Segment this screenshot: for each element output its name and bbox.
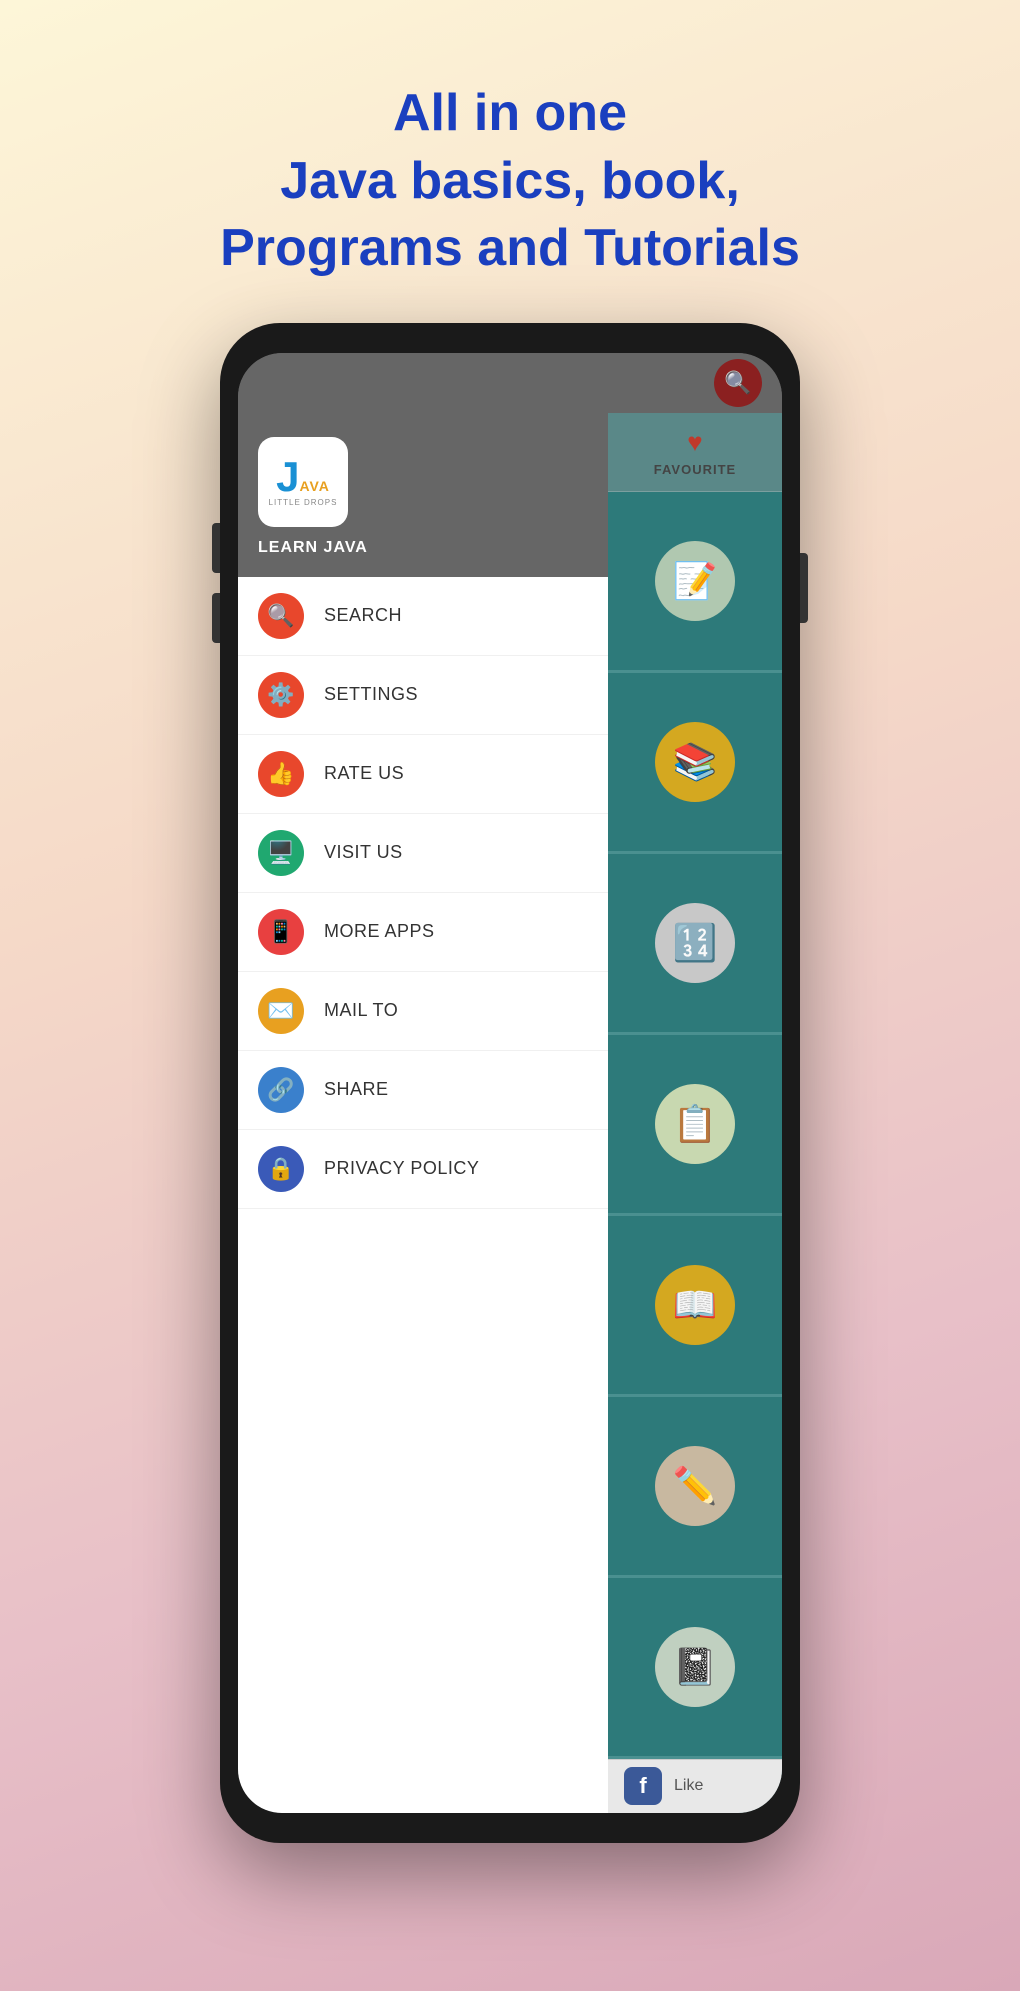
content-tile-1[interactable]: 📝 bbox=[608, 492, 782, 673]
logo-sub: LITTLE DROPS bbox=[269, 498, 338, 507]
page-header: All in one Java basics, book, Programs a… bbox=[160, 0, 860, 323]
facebook-icon[interactable]: f bbox=[624, 1767, 662, 1805]
settings-menu-icon: ⚙️ bbox=[258, 672, 304, 718]
top-bar: 🔍 bbox=[238, 353, 782, 413]
menu-item-share[interactable]: 🔗 SHARE bbox=[238, 1051, 608, 1130]
rate-menu-icon: 👍 bbox=[258, 751, 304, 797]
tile-icon-7: 📓 bbox=[655, 1627, 735, 1707]
share-menu-icon: 🔗 bbox=[258, 1067, 304, 1113]
favourite-bar[interactable]: ♥ FAVOURITE bbox=[608, 413, 782, 492]
mail-menu-icon: ✉️ bbox=[258, 988, 304, 1034]
search-icon[interactable]: 🔍 bbox=[714, 359, 762, 407]
mail-label: MAIL TO bbox=[324, 1000, 398, 1021]
tile-icon-1: 📝 bbox=[655, 541, 735, 621]
app-logo: J AVA LITTLE DROPS bbox=[258, 437, 348, 527]
nav-drawer: J AVA LITTLE DROPS LEARN JAVA 🔍 SEARCH ⚙… bbox=[238, 413, 608, 1813]
phone-screen: 🔍 J AVA LITTLE DROPS LEARN JAVA bbox=[238, 353, 782, 1813]
volume-up-button bbox=[212, 523, 220, 573]
visit-label: VISIT US bbox=[324, 842, 403, 863]
menu-item-visit[interactable]: 🖥️ VISIT US bbox=[238, 814, 608, 893]
privacy-label: PRIVACY POLICY bbox=[324, 1158, 479, 1179]
tile-icon-4: 📋 bbox=[655, 1084, 735, 1164]
menu-item-rate[interactable]: 👍 RATE US bbox=[238, 735, 608, 814]
more-label: MORE APPS bbox=[324, 921, 435, 942]
like-text[interactable]: Like bbox=[674, 1777, 703, 1795]
search-label: SEARCH bbox=[324, 605, 402, 626]
content-tile-2[interactable]: 📚 bbox=[608, 673, 782, 854]
tiles-container: 📝 📚 🔢 📋 📖 ✏️ bbox=[608, 492, 782, 1759]
drawer-header: J AVA LITTLE DROPS LEARN JAVA bbox=[238, 413, 608, 577]
menu-item-search[interactable]: 🔍 SEARCH bbox=[238, 577, 608, 656]
logo-ava: AVA bbox=[299, 478, 329, 494]
app-name: LEARN JAVA bbox=[258, 539, 368, 557]
content-tile-6[interactable]: ✏️ bbox=[608, 1397, 782, 1578]
tile-icon-6: ✏️ bbox=[655, 1446, 735, 1526]
menu-item-settings[interactable]: ⚙️ SETTINGS bbox=[238, 656, 608, 735]
phone-frame: 🔍 J AVA LITTLE DROPS LEARN JAVA bbox=[220, 323, 800, 1843]
privacy-menu-icon: 🔒 bbox=[258, 1146, 304, 1192]
search-menu-icon: 🔍 bbox=[258, 593, 304, 639]
screen-content: J AVA LITTLE DROPS LEARN JAVA 🔍 SEARCH ⚙… bbox=[238, 413, 782, 1813]
power-button bbox=[800, 553, 808, 623]
visit-menu-icon: 🖥️ bbox=[258, 830, 304, 876]
content-tile-5[interactable]: 📖 bbox=[608, 1216, 782, 1397]
content-tile-3[interactable]: 🔢 bbox=[608, 854, 782, 1035]
volume-down-button bbox=[212, 593, 220, 643]
content-panel: ♥ FAVOURITE 📝 📚 🔢 📋 bbox=[608, 413, 782, 1813]
page-title: All in one Java basics, book, Programs a… bbox=[220, 80, 800, 283]
settings-label: SETTINGS bbox=[324, 684, 418, 705]
tile-icon-3: 🔢 bbox=[655, 903, 735, 983]
tile-icon-2: 📚 bbox=[655, 722, 735, 802]
share-label: SHARE bbox=[324, 1079, 389, 1100]
heart-icon: ♥ bbox=[687, 427, 702, 458]
menu-item-mail[interactable]: ✉️ MAIL TO bbox=[238, 972, 608, 1051]
menu-item-privacy[interactable]: 🔒 PRIVACY POLICY bbox=[238, 1130, 608, 1209]
tile-icon-5: 📖 bbox=[655, 1265, 735, 1345]
content-tile-7[interactable]: 📓 bbox=[608, 1578, 782, 1759]
content-tile-4[interactable]: 📋 bbox=[608, 1035, 782, 1216]
more-menu-icon: 📱 bbox=[258, 909, 304, 955]
rate-label: RATE US bbox=[324, 763, 404, 784]
logo-j: J bbox=[276, 456, 299, 498]
menu-item-more[interactable]: 📱 MORE APPS bbox=[238, 893, 608, 972]
favourite-label: FAVOURITE bbox=[654, 462, 736, 477]
bottom-bar: f Like bbox=[608, 1759, 782, 1813]
